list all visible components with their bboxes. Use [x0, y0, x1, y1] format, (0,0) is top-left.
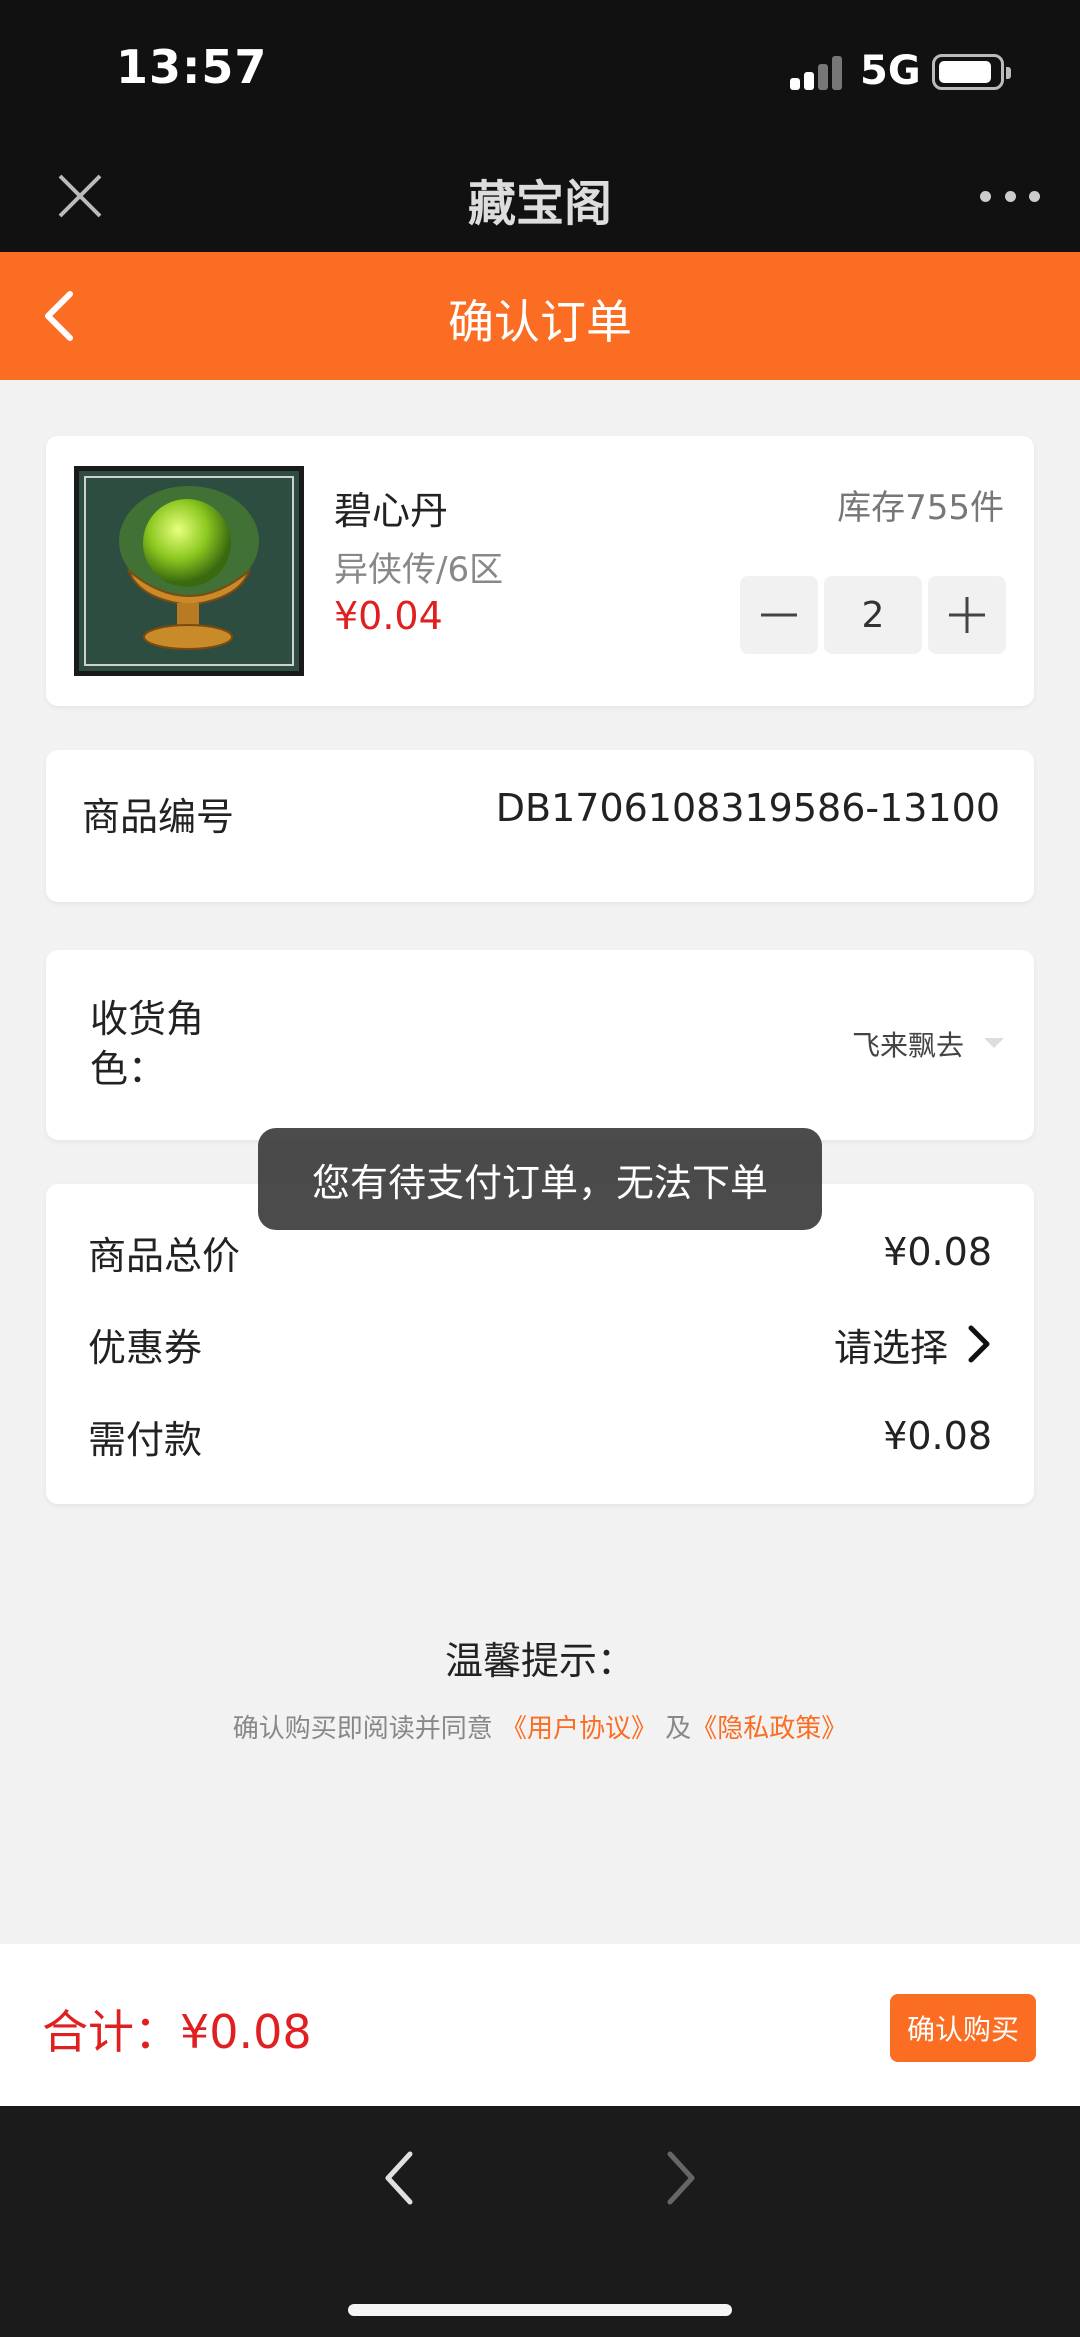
total-price-row: 商品总价 ¥0.08 — [88, 1222, 992, 1282]
coupon-label: 优惠券 — [88, 1325, 203, 1370]
role-card[interactable]: 收货角色： 飞来飘去 — [46, 950, 1034, 1140]
home-indicator[interactable] — [348, 2304, 732, 2316]
plus-icon — [949, 597, 985, 633]
page-title: 确认订单 — [448, 295, 632, 349]
stock-count: 库存755件 — [837, 488, 1004, 528]
role-label: 收货角色： — [90, 997, 205, 1091]
role-select-value[interactable]: 飞来飘去 — [852, 1024, 964, 1064]
sku-label: 商品编号 — [82, 795, 235, 839]
sku-card: 商品编号 DB1706108319586-13100 — [46, 750, 1034, 902]
product-name: 碧心丹 — [334, 489, 449, 533]
privacy-policy-link[interactable]: 《隐私政策》 — [691, 1714, 847, 1744]
product-image — [74, 466, 304, 676]
product-card: 碧心丹 异侠传/6区 ¥0.04 库存755件 2 — [46, 436, 1034, 706]
more-button[interactable] — [980, 176, 1040, 216]
app-title: 藏宝阁 — [467, 176, 612, 232]
nav-forward-icon[interactable] — [660, 2146, 700, 2210]
increase-button[interactable] — [928, 576, 1006, 654]
total-price-value: ¥0.08 — [883, 1230, 992, 1274]
confirm-purchase-button[interactable]: 确认购买 — [890, 1994, 1036, 2062]
status-bar: 13:57 5G — [0, 0, 1080, 140]
product-price: ¥0.04 — [334, 594, 443, 638]
sku-value: DB1706108319586-13100 — [495, 786, 1000, 830]
product-server: 异侠传/6区 — [334, 550, 504, 590]
network-type: 5G — [860, 48, 921, 94]
more-icon — [980, 190, 991, 202]
tips-prefix: 确认购买即阅读并同意 — [232, 1714, 493, 1744]
tips-line: 确认购买即阅读并同意 《用户协议》 及《隐私政策》 — [0, 1708, 1080, 1745]
battery-icon — [932, 54, 1011, 90]
order-header: 确认订单 — [0, 252, 1080, 380]
coupon-value[interactable]: 请选择 — [834, 1317, 948, 1372]
toast-message: 您有待支付订单，无法下单 — [258, 1128, 822, 1230]
signal-icon — [790, 56, 844, 90]
app-header: 藏宝阁 — [0, 140, 1080, 252]
dropdown-caret-icon[interactable] — [984, 1038, 1004, 1048]
chevron-right-icon[interactable] — [966, 1323, 992, 1365]
nav-back-icon[interactable] — [380, 2146, 420, 2210]
tips-and: 及 — [665, 1714, 692, 1744]
coupon-row[interactable]: 优惠券 请选择 — [88, 1314, 992, 1374]
bottom-bar: 合计：¥0.08 确认购买 — [0, 1944, 1080, 2106]
browser-nav-bar — [0, 2106, 1080, 2337]
total-price-label: 商品总价 — [88, 1233, 241, 1278]
decrease-button[interactable] — [740, 576, 818, 654]
tips-title: 温馨提示： — [444, 1639, 635, 1683]
payable-label: 需付款 — [88, 1417, 203, 1462]
quantity-stepper: 2 — [740, 576, 1006, 654]
payable-value: ¥0.08 — [883, 1414, 992, 1458]
status-time: 13:57 — [116, 40, 268, 94]
summary-card: 商品总价 ¥0.08 优惠券 请选择 需付款 ¥0.08 — [46, 1184, 1034, 1504]
user-agreement-link[interactable]: 《用户协议》 — [501, 1714, 657, 1744]
grand-total: 合计：¥0.08 — [42, 2005, 312, 2059]
payable-row: 需付款 ¥0.08 — [88, 1406, 992, 1466]
minus-icon — [761, 613, 797, 617]
quantity-value[interactable]: 2 — [824, 576, 922, 654]
